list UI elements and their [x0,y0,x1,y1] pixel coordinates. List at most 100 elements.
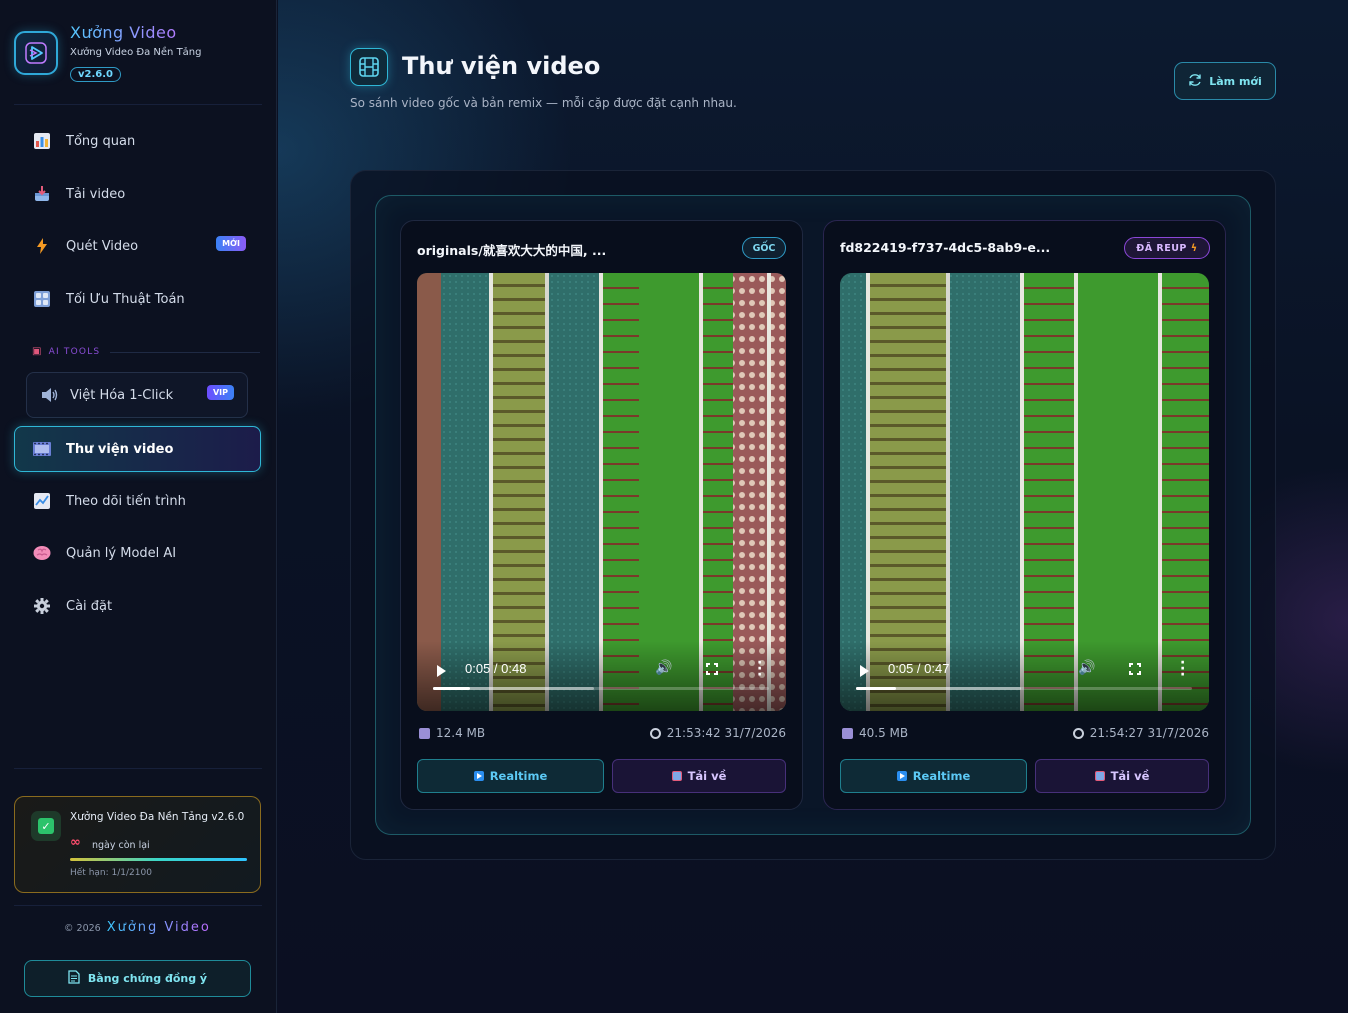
video-title: fd822419-f737-4dc5-8ab9-e... [840,240,1051,255]
sidebar-item-label: Tổng quan [66,133,136,149]
copyright-brand: Xưởng Video [106,920,211,935]
clock-icon [649,727,661,739]
sidebar-item-download[interactable]: Tải video [14,171,260,217]
play-icon[interactable] [437,665,446,677]
speaker-icon [40,385,60,405]
agreement-button[interactable]: Bằng chứng đồng ý [24,960,251,997]
seek-bar[interactable] [856,687,1192,690]
license-card: ✓ Xưởng Video Đa Nền Tảng v2.6.0 ∞ ngày … [14,796,261,893]
download-button[interactable]: Tải về [612,759,786,793]
document-icon [68,970,80,987]
floppy-icon [842,727,853,739]
video-controls: 0:05 / 0:48 🔊 · · · [417,641,786,711]
play-icon [473,771,484,781]
play-icon [896,771,907,781]
video-time: 0:05 / 0:48 [465,661,527,676]
original-tag: GỐC [742,237,786,259]
divider [14,905,262,906]
sidebar-item-vietnamize[interactable]: Việt Hóa 1-Click VIP [26,372,248,418]
clock-icon [1072,727,1084,739]
reup-tag: ĐÃ REUP ϟ [1124,237,1210,259]
video-card-reup: fd822419-f737-4dc5-8ab9-e... ĐÃ REUP ϟ 0… [823,220,1226,810]
ai-tools-section-label: ▣ AI TOOLS [32,346,101,357]
lightning-icon: ϟ [1190,242,1198,254]
bar-chart-icon [32,131,52,151]
film-icon [32,439,52,459]
sidebar-item-ai-models[interactable]: Quản lý Model AI [14,530,260,576]
grid-icon [32,289,52,309]
sidebar-item-progress[interactable]: Theo dõi tiến trình [14,478,260,524]
video-player[interactable]: 0:05 / 0:48 🔊 · · · [417,273,786,711]
video-title: originals/就喜欢大大的中国, ... [417,243,607,258]
seek-bar[interactable] [433,687,769,690]
license-days-label: ngày còn lại [92,840,150,851]
brand-subtitle: Xưởng Video Đa Nền Tảng [70,47,202,58]
main-content: Thư viện video So sánh video gốc và bản … [278,0,1348,1013]
download-tray-icon [32,184,52,204]
brand-logo-icon [14,31,58,75]
divider [14,768,262,769]
volume-icon[interactable]: 🔊 [655,660,672,676]
license-expiry: Hết hạn: 1/1/2100 [70,868,152,878]
sidebar-item-label: Việt Hóa 1-Click [70,387,174,403]
more-options-icon[interactable]: · · · [757,656,762,682]
file-size: 40.5 MB [842,726,908,740]
video-pair: originals/就喜欢大大的中国, ... GỐC 0:05 / 0:48 … [375,195,1251,835]
brain-icon [32,543,52,563]
sidebar-item-optimize[interactable]: Tối Ưu Thuật Toán [14,276,260,322]
sidebar-item-label: Quét Video [66,238,139,254]
copyright: © 2026 Xưởng Video [64,920,211,935]
robot-icon: ▣ [32,346,43,357]
lightning-icon [32,236,52,256]
file-size: 12.4 MB [419,726,485,740]
progress-bar [433,687,470,690]
sidebar-item-library[interactable]: Thư viện video [14,426,260,472]
download-tray-icon [671,771,682,781]
divider [14,104,262,105]
page-subtitle: So sánh video gốc và bản remix — mỗi cặp… [350,96,737,110]
infinity-icon: ∞ [70,835,81,850]
realtime-button[interactable]: Realtime [417,759,604,793]
library-panel: originals/就喜欢大大的中国, ... GỐC 0:05 / 0:48 … [350,170,1276,860]
sidebar-item-label: Tối Ưu Thuật Toán [66,291,185,307]
volume-icon[interactable]: 🔊 [1078,660,1095,676]
sidebar-item-label: Quản lý Model AI [66,545,177,561]
more-options-icon[interactable]: · · · [1180,656,1185,682]
progress-bar [856,687,897,690]
timestamp: 21:54:27 31/7/2026 [1072,726,1209,740]
brand-title: Xưởng Video [70,23,177,42]
gear-icon [32,596,52,616]
fullscreen-icon[interactable] [1129,663,1141,675]
video-time: 0:05 / 0:47 [888,661,950,676]
download-tray-icon [1094,771,1105,781]
fullscreen-icon[interactable] [706,663,718,675]
sidebar-item-scan[interactable]: Quét Video MỚI [14,223,260,269]
new-badge: MỚI [216,236,246,251]
video-controls: 0:05 / 0:47 🔊 · · · [840,641,1209,711]
page-title: Thư viện video [402,52,601,80]
floppy-icon [419,727,430,739]
play-icon[interactable] [860,665,869,677]
video-player[interactable]: 0:05 / 0:47 🔊 · · · [840,273,1209,711]
refresh-button[interactable]: Làm mới [1174,62,1276,100]
sidebar-item-label: Thư viện video [66,441,174,457]
check-icon: ✓ [31,811,61,841]
realtime-button[interactable]: Realtime [840,759,1027,793]
sidebar-item-label: Theo dõi tiến trình [66,493,186,509]
vip-badge: VIP [206,385,234,400]
sidebar-item-settings[interactable]: Cài đặt [14,583,260,629]
download-button[interactable]: Tải về [1035,759,1209,793]
version-badge: v2.6.0 [70,67,121,82]
divider [110,352,260,353]
brand: Xưởng Video Xưởng Video Đa Nền Tảng v2.6… [14,23,264,96]
video-card-original: originals/就喜欢大大的中国, ... GỐC 0:05 / 0:48 … [400,220,803,810]
refresh-icon [1188,73,1202,90]
license-title: Xưởng Video Đa Nền Tảng v2.6.0 [70,811,245,823]
license-progress-bar [70,858,247,861]
sidebar-item-label: Cài đặt [66,598,113,614]
sidebar: Xưởng Video Xưởng Video Đa Nền Tảng v2.6… [0,0,277,1013]
sidebar-item-overview[interactable]: Tổng quan [14,118,260,164]
film-icon [350,48,388,86]
timestamp: 21:53:42 31/7/2026 [649,726,786,740]
line-chart-icon [32,491,52,511]
